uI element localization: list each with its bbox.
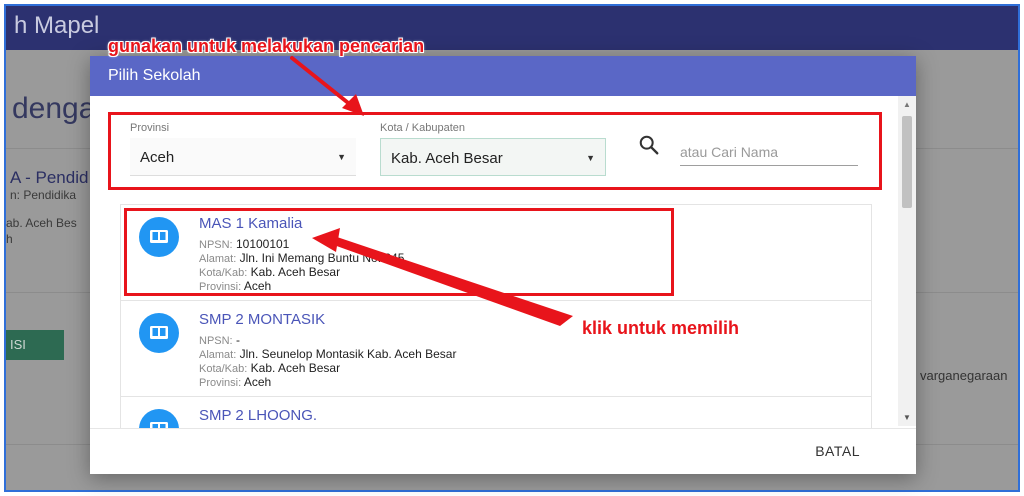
course-location: ab. Aceh Bes xyxy=(6,216,77,230)
select-hint-label: klik untuk memilih xyxy=(582,318,740,338)
school-name[interactable]: SMP 2 LHOONG. xyxy=(199,407,317,424)
fill-button-label: ISI xyxy=(10,337,26,352)
school-name[interactable]: SMP 2 MONTASIK xyxy=(199,311,325,328)
cancel-button[interactable]: BATAL xyxy=(815,443,860,459)
dialog-scrollbar[interactable]: ▲ ▼ xyxy=(898,96,916,426)
side-button[interactable] xyxy=(1018,466,1020,492)
school-avatar xyxy=(139,409,179,428)
scroll-up-icon[interactable]: ▲ xyxy=(903,100,911,109)
school-item[interactable]: SMP 2 LHOONG. xyxy=(121,397,871,428)
dialog-title: Pilih Sekolah xyxy=(108,67,201,84)
school-address: Alamat: Jln. Seunelop Montasik Kab. Aceh… xyxy=(199,347,457,361)
subject-text: varganegaraan xyxy=(920,368,1008,383)
school-city: Kota/Kab: Kab. Aceh Besar xyxy=(199,361,341,375)
dialog-header: Pilih Sekolah xyxy=(90,56,916,96)
school-item-highlight xyxy=(124,208,674,296)
book-icon xyxy=(150,326,168,339)
search-area-highlight xyxy=(108,112,882,190)
course-subtitle: n: Pendidika xyxy=(10,188,77,202)
app-header-title: h Mapel xyxy=(14,12,100,39)
course-location-2: h xyxy=(6,232,13,246)
search-hint-label: gunakan untuk melakukan pencarian xyxy=(108,36,425,56)
book-icon xyxy=(150,422,168,428)
school-item[interactable]: SMP 2 MONTASIK NPSN: - Alamat: Jln. Seun… xyxy=(121,301,871,397)
scrollbar-thumb[interactable] xyxy=(902,116,912,208)
school-npsn: NPSN: - xyxy=(199,333,240,347)
course-title: A - Pendid xyxy=(10,168,89,187)
school-avatar xyxy=(139,313,179,353)
dialog-footer: BATAL xyxy=(90,428,916,474)
scroll-down-icon[interactable]: ▼ xyxy=(903,413,911,422)
fill-button[interactable]: ISI xyxy=(6,330,64,360)
school-province: Provinsi: Aceh xyxy=(199,375,272,389)
